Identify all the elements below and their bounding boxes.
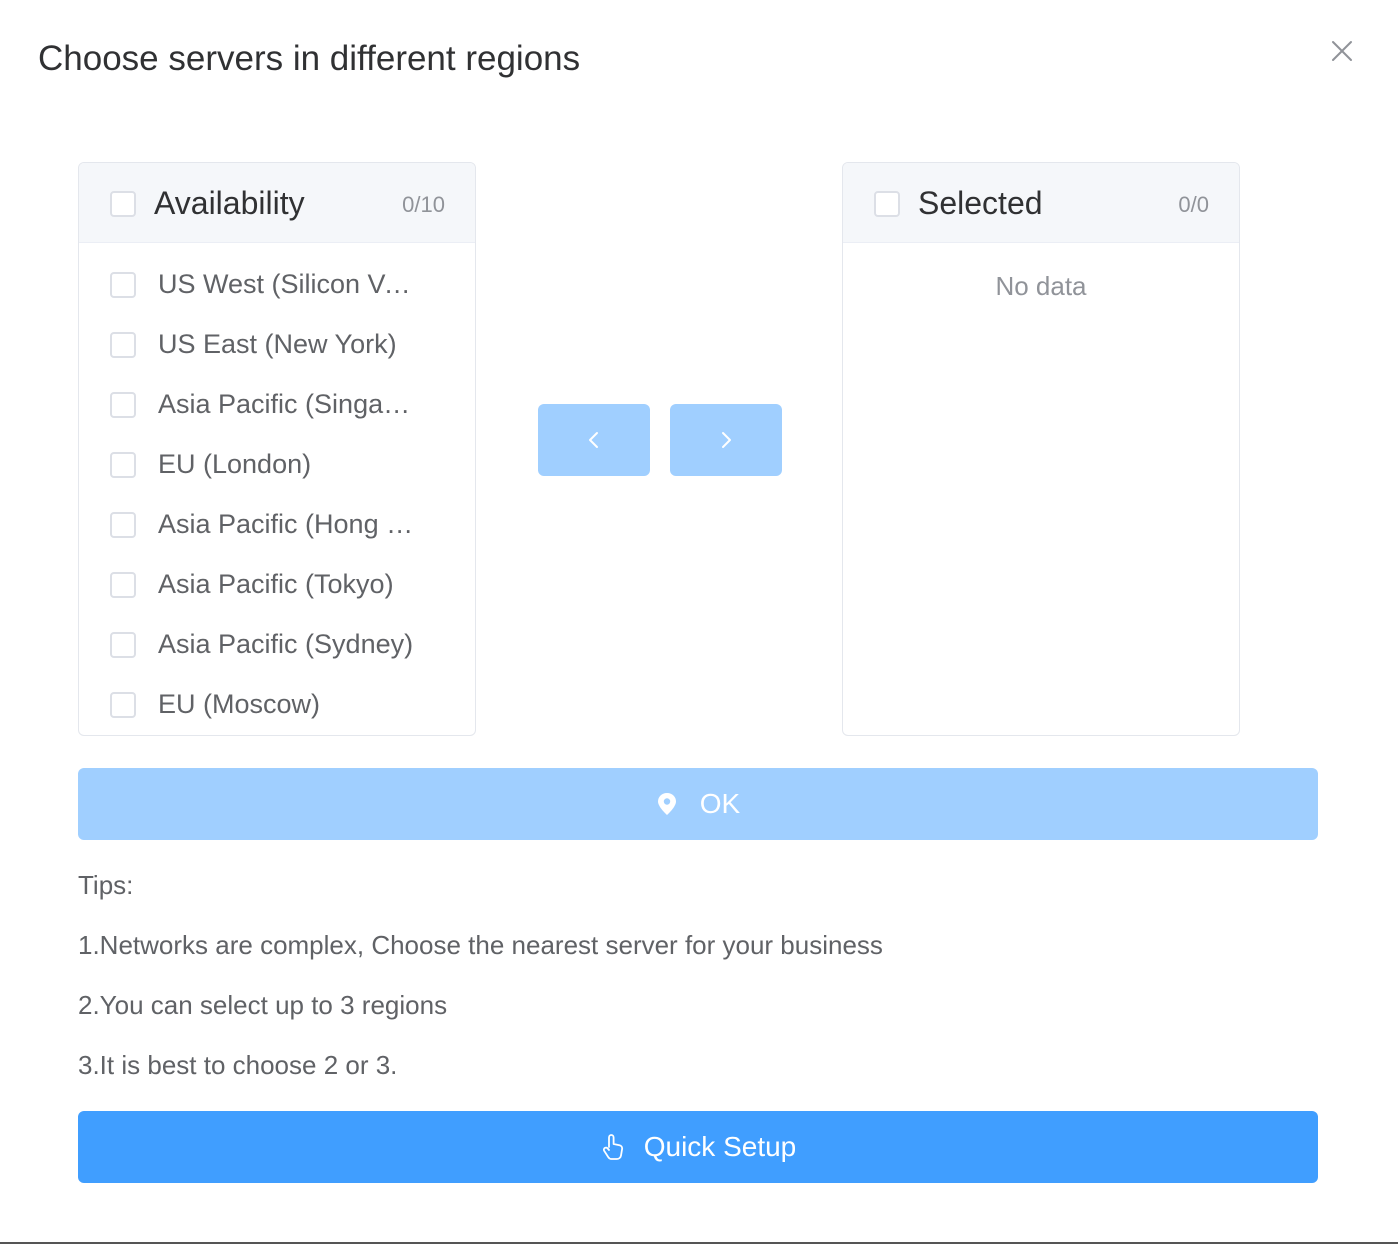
availability-list[interactable]: US West (Silicon Valley) US East (New Yo… bbox=[79, 243, 475, 723]
ok-button-label: OK bbox=[699, 788, 741, 819]
tip-line: 1.Networks are complex, Choose the neare… bbox=[78, 930, 883, 960]
region-checkbox[interactable] bbox=[110, 572, 136, 598]
region-item-us-east[interactable]: US East (New York) bbox=[79, 303, 475, 363]
region-checkbox[interactable] bbox=[110, 272, 136, 298]
region-checkbox[interactable] bbox=[110, 632, 136, 658]
selected-panel: Selected 0/0 No data bbox=[842, 162, 1240, 736]
tip-line: 2.You can select up to 3 regions bbox=[78, 990, 448, 1020]
location-pin-icon bbox=[656, 792, 678, 816]
availability-count: 0/10 bbox=[402, 192, 445, 217]
availability-panel-title: Availability bbox=[154, 185, 305, 221]
availability-panel: Availability 0/10 US West (Silicon Valle… bbox=[78, 162, 476, 736]
region-item-sydney[interactable]: Asia Pacific (Sydney) bbox=[79, 603, 475, 663]
dialog-title: Choose servers in different regions bbox=[38, 39, 581, 78]
chevron-right-icon bbox=[722, 432, 731, 448]
region-item-london[interactable]: EU (London) bbox=[79, 423, 475, 483]
region-item-us-west[interactable]: US West (Silicon Valley) bbox=[79, 243, 475, 303]
tip-line: 3.It is best to choose 2 or 3. bbox=[78, 1050, 398, 1080]
selected-panel-header: Selected 0/0 bbox=[843, 163, 1239, 243]
pointing-hand-icon bbox=[600, 1133, 626, 1161]
region-checkbox[interactable] bbox=[110, 692, 136, 718]
quick-setup-label: Quick Setup bbox=[643, 1131, 797, 1162]
move-left-button[interactable] bbox=[538, 404, 650, 476]
region-label: Asia Pacific (Tokyo) bbox=[158, 569, 394, 599]
move-right-button[interactable] bbox=[670, 404, 782, 476]
empty-state-text: No data bbox=[995, 271, 1087, 301]
chevron-left-icon bbox=[589, 432, 598, 448]
region-checkbox[interactable] bbox=[110, 452, 136, 478]
close-button[interactable] bbox=[1324, 34, 1360, 70]
close-icon bbox=[1332, 41, 1352, 61]
region-label: Asia Pacific (Sydney) bbox=[158, 629, 414, 659]
tips-heading: Tips: bbox=[78, 870, 134, 900]
server-region-dialog: Choose servers in different regions Avai… bbox=[0, 0, 1398, 1244]
region-item-tokyo[interactable]: Asia Pacific (Tokyo) bbox=[79, 543, 475, 603]
quick-setup-button[interactable]: Quick Setup bbox=[78, 1111, 1318, 1183]
region-label: Asia Pacific (Hong Kong) bbox=[158, 509, 414, 539]
region-label: US West (Silicon Valley) bbox=[158, 269, 414, 299]
region-label: EU (Moscow) bbox=[158, 689, 321, 719]
region-checkbox[interactable] bbox=[110, 512, 136, 538]
availability-panel-header: Availability 0/10 bbox=[79, 163, 475, 243]
availability-select-all-checkbox[interactable] bbox=[110, 191, 136, 217]
region-checkbox[interactable] bbox=[110, 392, 136, 418]
tips-section: Tips: 1.Networks are complex, Choose the… bbox=[78, 864, 883, 1104]
selected-panel-title: Selected bbox=[918, 185, 1043, 221]
region-item-hong-kong[interactable]: Asia Pacific (Hong Kong) bbox=[79, 483, 475, 543]
selected-count: 0/0 bbox=[1178, 192, 1209, 217]
region-item-moscow[interactable]: EU (Moscow) bbox=[79, 663, 475, 723]
ok-button[interactable]: OK bbox=[78, 768, 1318, 840]
region-item-singapore[interactable]: Asia Pacific (Singapore) bbox=[79, 363, 475, 423]
region-label: US East (New York) bbox=[158, 329, 397, 359]
region-checkbox[interactable] bbox=[110, 332, 136, 358]
region-label: EU (London) bbox=[158, 449, 312, 479]
region-label: Asia Pacific (Singapore) bbox=[158, 389, 414, 419]
selected-select-all-checkbox[interactable] bbox=[874, 191, 900, 217]
